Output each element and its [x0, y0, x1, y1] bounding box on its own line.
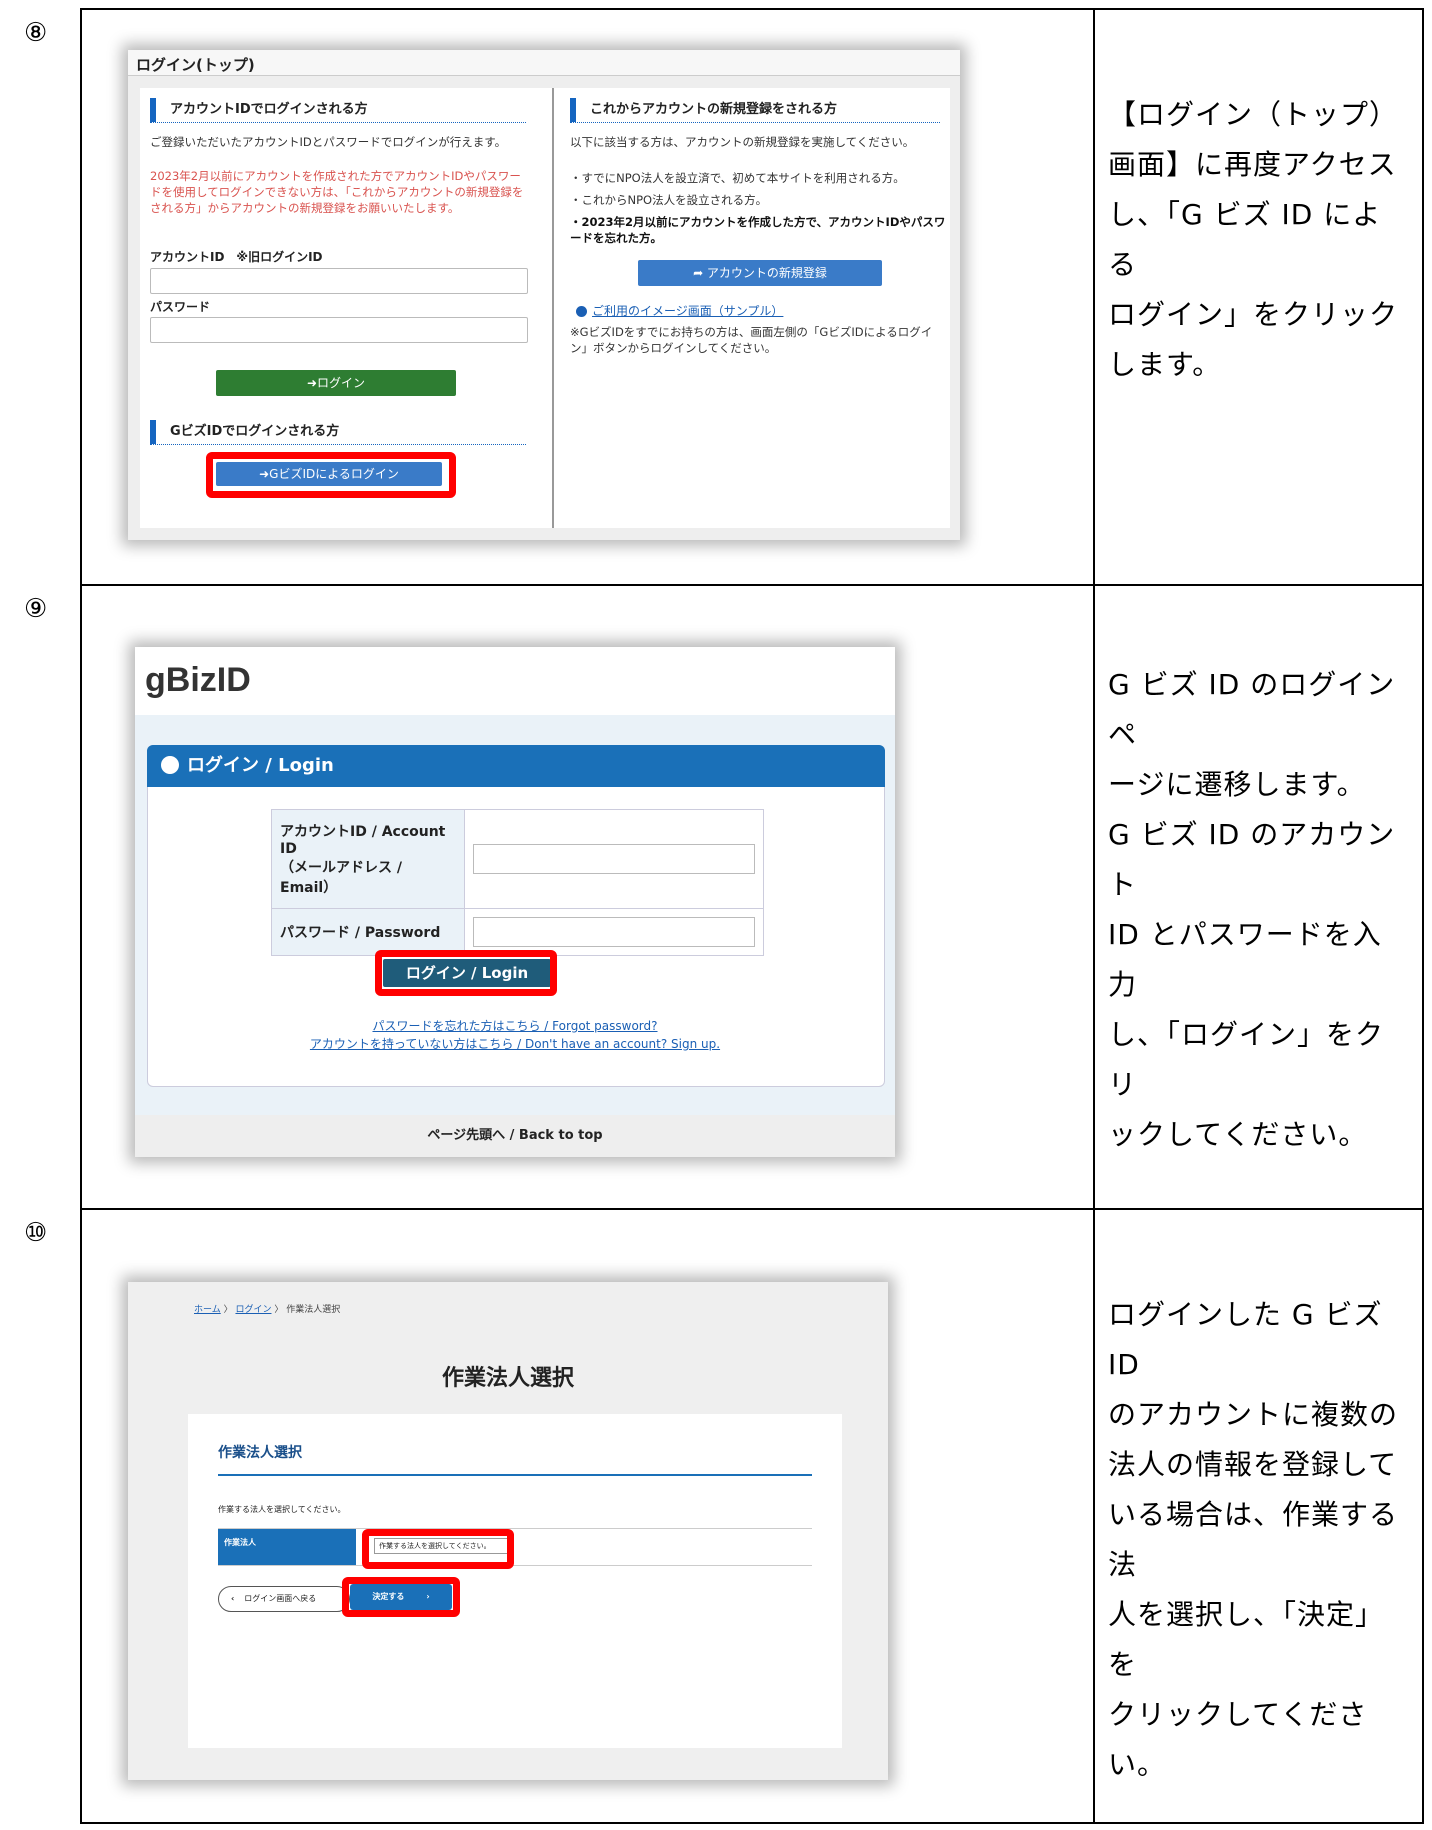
divider	[218, 1565, 812, 1566]
login-card-header: ログイン / Login	[147, 745, 885, 787]
table-border-bottom	[80, 1822, 1424, 1824]
back-to-top-label: ページ先頭へ / Back to top	[427, 1128, 603, 1143]
login-panel: アカウントIDでログインされる方 ご登録いただいたアカウントIDとパスワードでロ…	[140, 88, 950, 528]
gbiz-note: ※GビズIDをすでにお持ちの方は、画面左側の「GビズIDによるログイン」ボタンか…	[570, 325, 933, 355]
account-login-intro: ご登録いただいたアカウントIDとパスワードでログインが行えます。	[150, 135, 507, 149]
step-description: 【ログイン（トップ） 画面】に再度アクセス し、「G ビズ ID による ログイ…	[1108, 98, 1399, 381]
corporation-select-screenshot: ホーム 〉 ログイン 〉 作業法人選択 作業法人選択 作業法人選択 作業する法人…	[128, 1282, 888, 1780]
password-label: パスワード / Password	[271, 908, 465, 956]
divider	[150, 122, 526, 123]
new-account-bullet: ・すでにNPO法人を設立済で、初めて本サイトを利用される方。	[570, 171, 905, 185]
field-label: 作業法人	[218, 1529, 356, 1565]
back-to-login-button[interactable]: ‹ ログイン画面へ戻る	[218, 1586, 350, 1612]
chevron-left-icon: ‹	[231, 1594, 235, 1603]
password-input[interactable]	[150, 317, 528, 343]
back-to-top-link[interactable]: ページ先頭へ / Back to top	[135, 1115, 895, 1157]
column-divider	[552, 88, 554, 528]
forgot-password-link[interactable]: パスワードを忘れた方はこちら / Forgot password?	[135, 1017, 895, 1034]
back-button-label: ログイン画面へ戻る	[244, 1594, 317, 1603]
section-underline	[218, 1474, 812, 1476]
instruction-text: 作業する法人を選択してください。	[218, 1505, 346, 1514]
password-input[interactable]	[473, 917, 755, 947]
new-account-intro: 以下に該当する方は、アカウントの新規登録を実施してください。	[570, 135, 915, 149]
account-login-heading: アカウントIDでログインされる方	[150, 98, 368, 122]
breadcrumb-login[interactable]: ログイン	[235, 1305, 271, 1315]
password-label: パスワード	[150, 300, 211, 314]
page-title: ログイン(トップ)	[128, 50, 960, 76]
page-title: 作業法人選択	[441, 1366, 574, 1391]
table-border-left	[80, 8, 82, 1824]
step-number: ⑨	[24, 594, 48, 624]
login-card-title: ログイン / Login	[187, 755, 334, 776]
select-card: 作業法人選択 作業する法人を選択してください。 作業法人 作業する法人を選択して…	[188, 1414, 842, 1748]
table-column-divider	[1093, 8, 1095, 1824]
arrow-circle-icon	[576, 306, 587, 317]
signup-link[interactable]: アカウントを持っていない方はこちら / Don't have an accoun…	[135, 1035, 895, 1052]
step-description: G ビズ ID のログインペ ージに遷移します。 G ビズ ID のアカウント …	[1108, 668, 1396, 1151]
breadcrumb-home[interactable]: ホーム	[194, 1305, 221, 1315]
gbiz-login-heading: GビズIDでログインされる方	[150, 420, 339, 444]
new-account-heading: これからアカウントの新規登録をされる方	[570, 98, 837, 122]
account-id-label: アカウントID / Account ID （メールアドレス / Email）	[271, 809, 465, 909]
gbizid-logo: gBizID	[145, 661, 251, 699]
table-row-divider	[80, 1208, 1424, 1210]
login-icon	[161, 756, 179, 774]
new-account-bullet: ・これからNPO法人を設立される方。	[570, 193, 768, 207]
account-id-input[interactable]	[150, 268, 528, 294]
table-row-divider	[80, 584, 1424, 586]
login-top-screenshot: ログイン(トップ) アカウントIDでログインされる方 ご登録いただいたアカウント…	[128, 50, 960, 540]
step-number: ⑩	[24, 1218, 48, 1248]
table-border-right	[1422, 8, 1424, 1824]
new-account-bullet: ・2023年2月以前にアカウントを作成した方で、アカウントIDやパスワードを忘れ…	[570, 215, 946, 245]
account-id-label: アカウントID ※旧ログインID	[150, 250, 323, 264]
login-button[interactable]: ➜ログイン	[216, 370, 456, 396]
breadcrumb-current: 作業法人選択	[286, 1305, 341, 1315]
table-border-top	[80, 8, 1424, 10]
account-login-note: 2023年2月以前にアカウントを作成された方でアカウントIDやパスワードを使用し…	[150, 169, 524, 215]
highlight-box	[375, 950, 557, 996]
breadcrumb: ホーム 〉 ログイン 〉 作業法人選択	[194, 1305, 341, 1315]
login-form-table: アカウントID / Account ID （メールアドレス / Email） パ…	[271, 809, 764, 956]
highlight-box	[206, 452, 456, 498]
account-id-input[interactable]	[473, 844, 755, 874]
register-button[interactable]: ➦ アカウントの新規登録	[638, 260, 882, 286]
step-number: ⑧	[24, 18, 48, 48]
highlight-box	[362, 1529, 514, 1569]
highlight-box	[342, 1577, 460, 1617]
sample-link[interactable]: ご利用のイメージ画面（サンプル）	[592, 302, 783, 319]
divider	[570, 122, 940, 123]
gbizid-login-screenshot: gBizID ログイン / Login アカウントID / Account ID…	[135, 647, 895, 1157]
section-title: 作業法人選択	[218, 1445, 302, 1461]
step-description: ログインした G ビズ ID のアカウントに複数の 法人の情報を登録して いる場…	[1108, 1298, 1399, 1781]
divider	[150, 444, 526, 445]
